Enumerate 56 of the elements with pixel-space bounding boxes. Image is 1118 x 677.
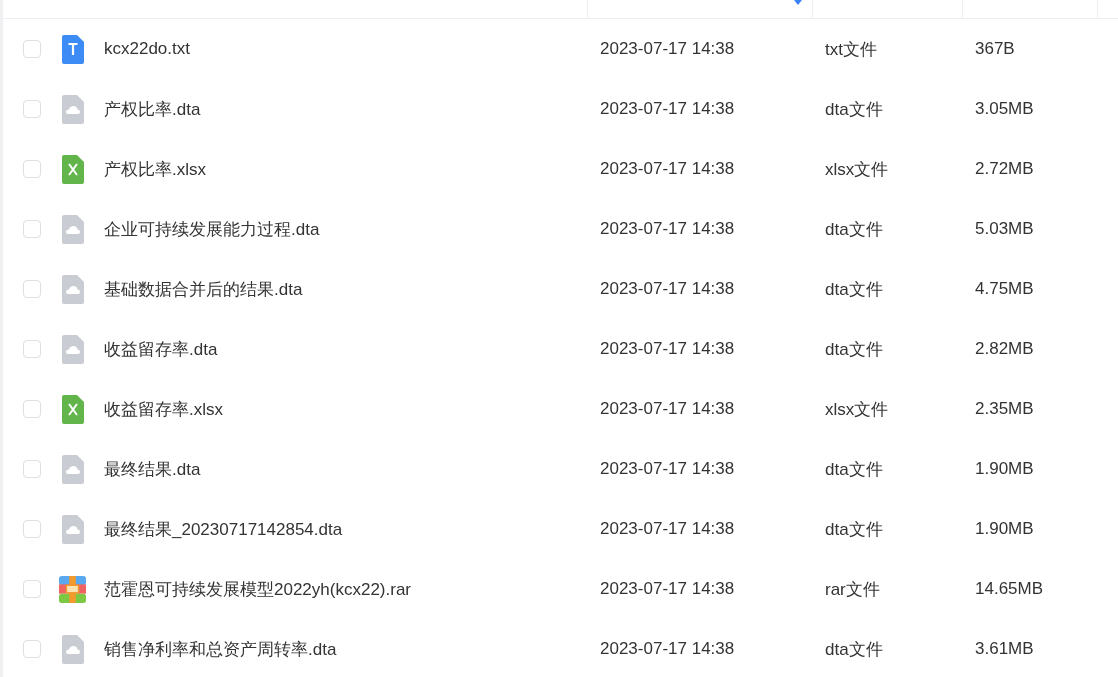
file-name[interactable]: 收益留存率.dta (104, 337, 218, 361)
file-type: xlsx文件 (825, 399, 889, 419)
row-checkbox[interactable] (23, 220, 41, 238)
file-name[interactable]: 范霍恩可持续发展模型2022yh(kcx22).rar (104, 577, 411, 601)
file-type: dta文件 (825, 459, 883, 479)
row-checkbox[interactable] (23, 520, 41, 538)
file-name[interactable]: 销售净利率和总资产周转率.dta (104, 637, 337, 661)
file-name[interactable]: 最终结果.dta (104, 457, 201, 481)
modified-time: 2023-07-17 14:38 (600, 579, 735, 598)
row-checkbox[interactable] (23, 280, 41, 298)
modified-time: 2023-07-17 14:38 (600, 339, 735, 358)
modified-time: 2023-07-17 14:38 (600, 459, 735, 478)
file-size: 1.90MB (975, 459, 1034, 478)
row-checkbox[interactable] (23, 340, 41, 358)
row-checkbox[interactable] (23, 160, 41, 178)
row-checkbox[interactable] (23, 40, 41, 58)
row-checkbox[interactable] (23, 100, 41, 118)
file-size: 2.35MB (975, 399, 1034, 418)
file-size: 3.61MB (975, 639, 1034, 658)
file-name[interactable]: 企业可持续发展能力过程.dta (104, 217, 320, 241)
modified-time: 2023-07-17 14:38 (600, 99, 735, 118)
file-name[interactable]: 最终结果_20230717142854.dta (104, 517, 343, 541)
file-size: 1.90MB (975, 519, 1034, 538)
sort-caret-icon[interactable] (794, 0, 802, 5)
file-size: 3.05MB (975, 99, 1034, 118)
file-type: rar文件 (825, 579, 880, 599)
file-name[interactable]: 产权比率.dta (104, 97, 201, 121)
modified-time: 2023-07-17 14:38 (600, 39, 735, 58)
file-size: 2.82MB (975, 339, 1034, 358)
file-size: 14.65MB (975, 579, 1044, 598)
file-type: txt文件 (825, 39, 877, 59)
file-type: xlsx文件 (825, 159, 889, 179)
file-type: dta文件 (825, 279, 883, 299)
modified-time: 2023-07-17 14:38 (600, 219, 735, 238)
modified-time: 2023-07-17 14:38 (600, 519, 735, 538)
modified-time: 2023-07-17 14:38 (600, 399, 735, 418)
row-checkbox[interactable] (23, 640, 41, 658)
file-type: dta文件 (825, 519, 883, 539)
file-type: dta文件 (825, 219, 883, 239)
row-checkbox[interactable] (23, 400, 41, 418)
file-type: dta文件 (825, 99, 883, 119)
modified-time: 2023-07-17 14:38 (600, 639, 735, 658)
file-type: dta文件 (825, 339, 883, 359)
file-size: 2.72MB (975, 159, 1034, 178)
file-name[interactable]: 基础数据合并后的结果.dta (104, 277, 303, 301)
file-name[interactable]: 收益留存率.xlsx (104, 397, 223, 421)
file-size: 5.03MB (975, 219, 1034, 238)
file-name[interactable]: 产权比率.xlsx (104, 157, 206, 181)
modified-time: 2023-07-17 14:38 (600, 159, 735, 178)
file-size: 4.75MB (975, 279, 1034, 298)
row-checkbox[interactable] (23, 460, 41, 478)
modified-time: 2023-07-17 14:38 (600, 279, 735, 298)
file-size: 367B (975, 39, 1015, 58)
file-name[interactable]: kcx22do.txt (104, 39, 190, 59)
file-type: dta文件 (825, 639, 883, 659)
row-checkbox[interactable] (23, 580, 41, 598)
